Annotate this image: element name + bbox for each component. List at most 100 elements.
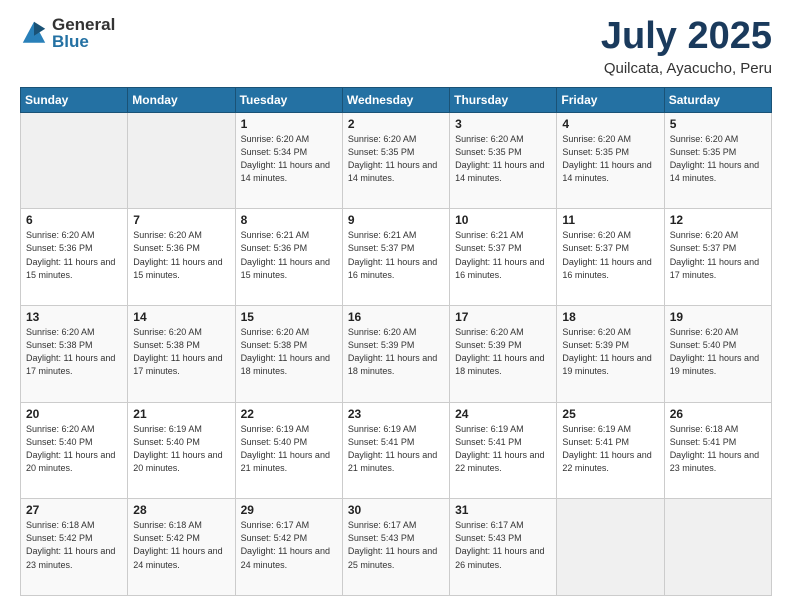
- calendar-cell: [557, 499, 664, 596]
- calendar-cell: 27 Sunrise: 6:18 AM Sunset: 5:42 PM Dayl…: [21, 499, 128, 596]
- calendar-cell: 2 Sunrise: 6:20 AM Sunset: 5:35 PM Dayli…: [342, 112, 449, 209]
- day-number: 8: [241, 213, 337, 227]
- calendar-cell: 11 Sunrise: 6:20 AM Sunset: 5:37 PM Dayl…: [557, 209, 664, 306]
- day-info: Sunrise: 6:21 AM Sunset: 5:36 PM Dayligh…: [241, 229, 337, 281]
- calendar-cell: 14 Sunrise: 6:20 AM Sunset: 5:38 PM Dayl…: [128, 306, 235, 403]
- day-number: 12: [670, 213, 766, 227]
- calendar-cell: 29 Sunrise: 6:17 AM Sunset: 5:42 PM Dayl…: [235, 499, 342, 596]
- calendar-cell: 4 Sunrise: 6:20 AM Sunset: 5:35 PM Dayli…: [557, 112, 664, 209]
- calendar-week-2: 6 Sunrise: 6:20 AM Sunset: 5:36 PM Dayli…: [21, 209, 772, 306]
- calendar-cell: 26 Sunrise: 6:18 AM Sunset: 5:41 PM Dayl…: [664, 402, 771, 499]
- day-number: 18: [562, 310, 658, 324]
- day-number: 26: [670, 407, 766, 421]
- calendar-cell: 19 Sunrise: 6:20 AM Sunset: 5:40 PM Dayl…: [664, 306, 771, 403]
- day-number: 1: [241, 117, 337, 131]
- day-info: Sunrise: 6:20 AM Sunset: 5:34 PM Dayligh…: [241, 133, 337, 185]
- day-number: 20: [26, 407, 122, 421]
- day-number: 30: [348, 503, 444, 517]
- day-info: Sunrise: 6:21 AM Sunset: 5:37 PM Dayligh…: [455, 229, 551, 281]
- col-friday: Friday: [557, 87, 664, 112]
- calendar-cell: 21 Sunrise: 6:19 AM Sunset: 5:40 PM Dayl…: [128, 402, 235, 499]
- day-info: Sunrise: 6:20 AM Sunset: 5:36 PM Dayligh…: [133, 229, 229, 281]
- day-number: 16: [348, 310, 444, 324]
- day-info: Sunrise: 6:17 AM Sunset: 5:43 PM Dayligh…: [348, 519, 444, 571]
- calendar-cell: [21, 112, 128, 209]
- col-sunday: Sunday: [21, 87, 128, 112]
- day-info: Sunrise: 6:19 AM Sunset: 5:40 PM Dayligh…: [241, 423, 337, 475]
- day-number: 29: [241, 503, 337, 517]
- day-number: 19: [670, 310, 766, 324]
- calendar-cell: 15 Sunrise: 6:20 AM Sunset: 5:38 PM Dayl…: [235, 306, 342, 403]
- day-number: 3: [455, 117, 551, 131]
- day-number: 2: [348, 117, 444, 131]
- day-info: Sunrise: 6:18 AM Sunset: 5:42 PM Dayligh…: [26, 519, 122, 571]
- day-info: Sunrise: 6:20 AM Sunset: 5:37 PM Dayligh…: [562, 229, 658, 281]
- day-info: Sunrise: 6:20 AM Sunset: 5:38 PM Dayligh…: [26, 326, 122, 378]
- day-info: Sunrise: 6:20 AM Sunset: 5:39 PM Dayligh…: [455, 326, 551, 378]
- logo: General Blue: [20, 16, 115, 50]
- col-wednesday: Wednesday: [342, 87, 449, 112]
- logo-text: General Blue: [52, 16, 115, 50]
- logo-icon: [20, 19, 48, 47]
- day-info: Sunrise: 6:19 AM Sunset: 5:40 PM Dayligh…: [133, 423, 229, 475]
- day-number: 5: [670, 117, 766, 131]
- day-number: 24: [455, 407, 551, 421]
- calendar-cell: 23 Sunrise: 6:19 AM Sunset: 5:41 PM Dayl…: [342, 402, 449, 499]
- calendar-body: 1 Sunrise: 6:20 AM Sunset: 5:34 PM Dayli…: [21, 112, 772, 595]
- day-number: 27: [26, 503, 122, 517]
- title-block: July 2025 Quilcata, Ayacucho, Peru: [601, 16, 772, 77]
- calendar-cell: 16 Sunrise: 6:20 AM Sunset: 5:39 PM Dayl…: [342, 306, 449, 403]
- header-row: Sunday Monday Tuesday Wednesday Thursday…: [21, 87, 772, 112]
- calendar-cell: 12 Sunrise: 6:20 AM Sunset: 5:37 PM Dayl…: [664, 209, 771, 306]
- calendar-cell: [664, 499, 771, 596]
- calendar-week-4: 20 Sunrise: 6:20 AM Sunset: 5:40 PM Dayl…: [21, 402, 772, 499]
- day-number: 13: [26, 310, 122, 324]
- day-number: 6: [26, 213, 122, 227]
- calendar-cell: 28 Sunrise: 6:18 AM Sunset: 5:42 PM Dayl…: [128, 499, 235, 596]
- day-number: 28: [133, 503, 229, 517]
- day-info: Sunrise: 6:17 AM Sunset: 5:42 PM Dayligh…: [241, 519, 337, 571]
- header: General Blue July 2025 Quilcata, Ayacuch…: [20, 16, 772, 77]
- calendar-cell: 13 Sunrise: 6:20 AM Sunset: 5:38 PM Dayl…: [21, 306, 128, 403]
- day-info: Sunrise: 6:20 AM Sunset: 5:38 PM Dayligh…: [133, 326, 229, 378]
- col-thursday: Thursday: [450, 87, 557, 112]
- day-number: 9: [348, 213, 444, 227]
- col-monday: Monday: [128, 87, 235, 112]
- page: General Blue July 2025 Quilcata, Ayacuch…: [0, 0, 792, 612]
- calendar-cell: 24 Sunrise: 6:19 AM Sunset: 5:41 PM Dayl…: [450, 402, 557, 499]
- day-number: 14: [133, 310, 229, 324]
- day-info: Sunrise: 6:20 AM Sunset: 5:39 PM Dayligh…: [562, 326, 658, 378]
- calendar-subtitle: Quilcata, Ayacucho, Peru: [601, 60, 772, 77]
- calendar-cell: 20 Sunrise: 6:20 AM Sunset: 5:40 PM Dayl…: [21, 402, 128, 499]
- day-info: Sunrise: 6:20 AM Sunset: 5:35 PM Dayligh…: [562, 133, 658, 185]
- day-number: 10: [455, 213, 551, 227]
- logo-general: General: [52, 16, 115, 33]
- day-info: Sunrise: 6:18 AM Sunset: 5:41 PM Dayligh…: [670, 423, 766, 475]
- day-number: 21: [133, 407, 229, 421]
- day-number: 15: [241, 310, 337, 324]
- calendar-cell: 1 Sunrise: 6:20 AM Sunset: 5:34 PM Dayli…: [235, 112, 342, 209]
- calendar-cell: 9 Sunrise: 6:21 AM Sunset: 5:37 PM Dayli…: [342, 209, 449, 306]
- calendar-week-5: 27 Sunrise: 6:18 AM Sunset: 5:42 PM Dayl…: [21, 499, 772, 596]
- day-number: 25: [562, 407, 658, 421]
- calendar-title: July 2025: [601, 16, 772, 58]
- calendar-week-3: 13 Sunrise: 6:20 AM Sunset: 5:38 PM Dayl…: [21, 306, 772, 403]
- day-number: 11: [562, 213, 658, 227]
- calendar-cell: 6 Sunrise: 6:20 AM Sunset: 5:36 PM Dayli…: [21, 209, 128, 306]
- calendar-cell: 8 Sunrise: 6:21 AM Sunset: 5:36 PM Dayli…: [235, 209, 342, 306]
- day-number: 31: [455, 503, 551, 517]
- day-info: Sunrise: 6:21 AM Sunset: 5:37 PM Dayligh…: [348, 229, 444, 281]
- calendar-cell: 25 Sunrise: 6:19 AM Sunset: 5:41 PM Dayl…: [557, 402, 664, 499]
- calendar-cell: 18 Sunrise: 6:20 AM Sunset: 5:39 PM Dayl…: [557, 306, 664, 403]
- day-info: Sunrise: 6:18 AM Sunset: 5:42 PM Dayligh…: [133, 519, 229, 571]
- day-info: Sunrise: 6:20 AM Sunset: 5:35 PM Dayligh…: [670, 133, 766, 185]
- calendar-week-1: 1 Sunrise: 6:20 AM Sunset: 5:34 PM Dayli…: [21, 112, 772, 209]
- calendar-cell: 17 Sunrise: 6:20 AM Sunset: 5:39 PM Dayl…: [450, 306, 557, 403]
- day-info: Sunrise: 6:17 AM Sunset: 5:43 PM Dayligh…: [455, 519, 551, 571]
- day-info: Sunrise: 6:20 AM Sunset: 5:35 PM Dayligh…: [348, 133, 444, 185]
- day-info: Sunrise: 6:20 AM Sunset: 5:40 PM Dayligh…: [670, 326, 766, 378]
- col-saturday: Saturday: [664, 87, 771, 112]
- col-tuesday: Tuesday: [235, 87, 342, 112]
- calendar-cell: 5 Sunrise: 6:20 AM Sunset: 5:35 PM Dayli…: [664, 112, 771, 209]
- day-number: 22: [241, 407, 337, 421]
